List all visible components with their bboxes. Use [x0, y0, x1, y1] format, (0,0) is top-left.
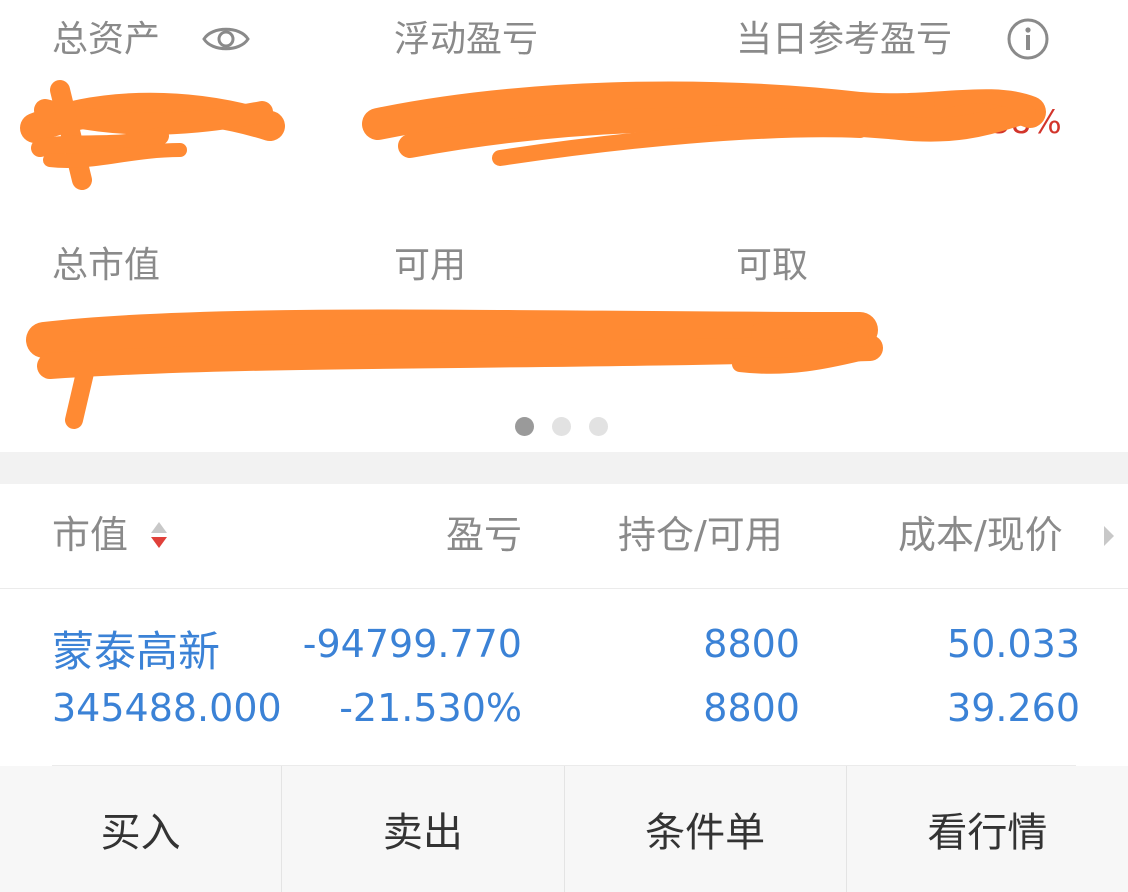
daily-pnl-value: -15400.00 — [768, 101, 943, 141]
eye-icon[interactable] — [202, 22, 250, 56]
market-value-value: 3 — [60, 325, 82, 365]
action-bar: 买入 卖出 条件单 看行情 — [0, 766, 1128, 892]
page-indicator[interactable] — [515, 417, 608, 436]
total-assets-value: 3 — [52, 97, 74, 137]
stock-pnl-percent: -21.530% — [339, 686, 522, 730]
header-pnl[interactable]: 盈亏 — [446, 516, 522, 554]
available-label: 可用 — [394, 245, 467, 286]
stock-pnl: -94799.770 — [302, 622, 522, 666]
stock-cost: 50.033 — [947, 622, 1080, 666]
stock-price: 39.260 — [947, 686, 1080, 730]
section-separator — [0, 452, 1128, 484]
chevron-right-icon[interactable] — [1102, 524, 1116, 548]
sort-icon[interactable] — [150, 520, 168, 550]
stock-market-value: 345488.000 — [52, 686, 282, 730]
withdrawable-label: 可取 — [736, 245, 809, 286]
buy-button[interactable]: 买入 — [0, 766, 283, 892]
market-value-label: 总市值 — [52, 245, 161, 286]
table-row[interactable]: 蒙泰高新 345488.000 -94799.770 -21.530% 8800… — [0, 589, 1128, 765]
floating-pnl-label: 浮动盈亏 — [394, 19, 539, 60]
account-summary-panel[interactable]: 总资产 浮动盈亏 当日参考盈亏 3 -1777 -15400.00 4.58% … — [0, 0, 1128, 452]
header-market-value[interactable]: 市值 — [52, 516, 128, 554]
page-dot-3[interactable] — [589, 417, 608, 436]
header-position-available[interactable]: 持仓/可用 — [618, 516, 783, 554]
daily-pnl-percent: 4.58% — [960, 103, 1062, 141]
stock-position: 8800 — [703, 622, 800, 666]
redaction-scribble — [20, 80, 1046, 429]
sell-button[interactable]: 卖出 — [282, 766, 565, 892]
header-cost-price[interactable]: 成本/现价 — [898, 516, 1063, 554]
floating-pnl-value: -1777 — [450, 101, 549, 141]
total-assets-label: 总资产 — [52, 19, 161, 60]
positions-screen: 总资产 浮动盈亏 当日参考盈亏 3 -1777 -15400.00 4.58% … — [0, 0, 1128, 892]
info-icon[interactable] — [1006, 17, 1050, 61]
stock-name: 蒙泰高新 — [52, 627, 221, 676]
daily-pnl-label: 当日参考盈亏 — [736, 19, 953, 60]
conditional-order-button[interactable]: 条件单 — [565, 766, 847, 892]
page-dot-1[interactable] — [515, 417, 534, 436]
positions-table-header: 市值 盈亏 持仓/可用 成本/现价 — [0, 484, 1128, 589]
page-dot-2[interactable] — [552, 417, 571, 436]
stock-available: 8800 — [703, 686, 800, 730]
view-quotes-button[interactable]: 看行情 — [847, 766, 1128, 892]
